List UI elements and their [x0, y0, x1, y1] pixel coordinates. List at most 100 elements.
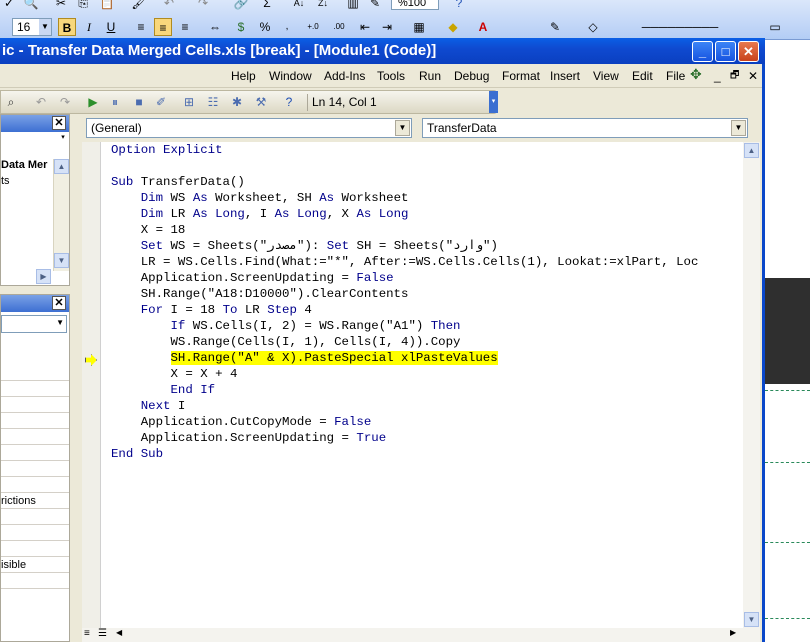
underline-button[interactable]: U [102, 18, 120, 36]
minimize-button[interactable]: _ [692, 41, 713, 62]
property-row[interactable] [1, 573, 69, 589]
menu-view[interactable]: View [593, 68, 619, 84]
property-row[interactable]: isible [1, 557, 69, 573]
check-icon[interactable]: ✓ [0, 0, 18, 12]
property-row[interactable] [1, 365, 69, 381]
property-row[interactable]: rictions [1, 493, 69, 509]
property-row[interactable] [1, 429, 69, 445]
code-vertical-scrollbar[interactable]: ▲ ▼ [743, 142, 760, 628]
property-row[interactable] [1, 413, 69, 429]
decrease-decimal-icon[interactable]: .00 [330, 18, 348, 36]
print-preview-icon[interactable]: 🔍 [22, 0, 40, 12]
close-button[interactable]: ✕ [738, 41, 759, 62]
scroll-up-icon[interactable]: ▲ [744, 143, 759, 158]
scroll-down-icon[interactable]: ▼ [54, 253, 69, 268]
eraser-icon[interactable]: ◇ [584, 18, 602, 36]
code-line[interactable]: WS.Range(Cells(I, 1), Cells(I, 4)).Copy [111, 334, 461, 350]
line-style-icon[interactable]: ───────── [620, 18, 740, 36]
autosum-icon[interactable]: Σ [258, 0, 276, 12]
project-item-workbook[interactable]: Data Mer [1, 159, 47, 171]
chevron-down-icon[interactable]: ▼ [56, 318, 64, 327]
menu-add-ins[interactable]: Add-Ins [324, 68, 365, 84]
help-icon[interactable]: ? [281, 94, 297, 110]
menu-file[interactable]: File [666, 68, 685, 84]
code-line[interactable]: SH.Range("A18:D10000").ClearContents [111, 286, 409, 302]
scroll-up-icon[interactable]: ▲ [54, 159, 69, 174]
property-row[interactable] [1, 381, 69, 397]
redo-icon[interactable]: ↷ [194, 0, 212, 12]
code-line[interactable]: Dim WS As Worksheet, SH As Worksheet [111, 190, 409, 206]
code-line[interactable]: If WS.Cells(I, 2) = WS.Range("A1") Then [111, 318, 461, 334]
decrease-indent-icon[interactable]: ⇤ [356, 18, 374, 36]
menu-debug[interactable]: Debug [454, 68, 489, 84]
properties-window-icon[interactable]: ☷ [205, 94, 221, 110]
property-row[interactable] [1, 397, 69, 413]
code-line[interactable]: LR = WS.Cells.Find(What:="*", After:=WS.… [111, 254, 699, 270]
code-line[interactable]: Application.ScreenUpdating = True [111, 430, 386, 446]
code-line[interactable]: Application.CutCopyMode = False [111, 414, 372, 430]
hyperlink-icon[interactable]: 🔗 [232, 0, 250, 12]
bold-button[interactable]: B [58, 18, 76, 36]
property-row[interactable] [1, 525, 69, 541]
code-line[interactable]: Application.ScreenUpdating = False [111, 270, 394, 286]
doc-minimize-button[interactable]: _ [714, 68, 721, 84]
close-icon[interactable]: ✕ [52, 116, 66, 130]
undo-icon[interactable]: ↶ [160, 0, 178, 12]
undo-icon[interactable]: ↶ [33, 94, 49, 110]
align-left-icon[interactable]: ≡ [132, 18, 150, 36]
procedure-view-icon[interactable]: ≡ [84, 628, 90, 639]
menu-run[interactable]: Run [419, 68, 441, 84]
toolbox-icon[interactable]: ⚒ [253, 94, 269, 110]
edit-icon[interactable]: ✎ [546, 18, 564, 36]
cut-icon[interactable]: ✂ [52, 0, 70, 12]
code-line[interactable]: Option Explicit [111, 142, 223, 158]
help-icon[interactable]: ? [450, 0, 468, 12]
code-margin[interactable] [82, 142, 101, 628]
menu-format[interactable]: Format [502, 68, 540, 84]
design-mode-icon[interactable]: ✐ [153, 94, 169, 110]
code-line[interactable]: Next I [111, 398, 186, 414]
object-combo[interactable]: (General) ▼ [86, 118, 412, 138]
increase-indent-icon[interactable]: ⇥ [378, 18, 396, 36]
align-center-icon[interactable]: ≡ [154, 18, 172, 36]
code-line[interactable]: X = X + 4 [111, 366, 238, 382]
property-row[interactable] [1, 509, 69, 525]
merge-center-icon[interactable]: ⇔ [206, 18, 224, 36]
sort-ascending-icon[interactable]: A↓ [290, 0, 308, 12]
code-horizontal-scrollbar[interactable]: ≡ ☰ ◀ ▶ [82, 628, 760, 642]
maximize-button[interactable]: □ [715, 41, 736, 62]
menu-edit[interactable]: Edit [632, 68, 653, 84]
menu-help[interactable]: Help [231, 68, 256, 84]
toolbar-options-icon[interactable]: ▾ [489, 91, 498, 113]
drawing-icon[interactable]: ✎ [366, 0, 384, 12]
scroll-right-icon[interactable]: ▶ [730, 628, 736, 637]
properties-object-combo[interactable]: ▼ [1, 315, 67, 333]
doc-close-button[interactable]: ✕ [748, 68, 758, 84]
font-size-combo[interactable]: 16 ▼ [12, 18, 52, 36]
currency-icon[interactable]: $ [232, 18, 250, 36]
menu-window[interactable]: Window [269, 68, 312, 84]
close-icon[interactable]: ✕ [52, 296, 66, 310]
object-browser-icon[interactable]: ✱ [229, 94, 245, 110]
project-explorer-icon[interactable]: ⊞ [181, 94, 197, 110]
property-row[interactable] [1, 461, 69, 477]
scroll-down-icon[interactable]: ▼ [744, 612, 759, 627]
chart-icon[interactable]: ▥ [344, 0, 362, 12]
toolbar-options-icon[interactable]: ▾ [57, 133, 69, 143]
project-item-sheets[interactable]: ts [1, 175, 10, 187]
binoculars-icon[interactable]: ⌕ [3, 94, 19, 110]
doc-restore-button[interactable]: 🗗 [730, 68, 739, 84]
redo-icon[interactable]: ↷ [57, 94, 73, 110]
property-row[interactable] [1, 445, 69, 461]
chevron-down-icon[interactable]: ▼ [731, 120, 746, 136]
menu-insert[interactable]: Insert [550, 68, 580, 84]
borders-icon[interactable]: ▦ [410, 18, 428, 36]
break-icon[interactable]: ⏸ [107, 94, 123, 110]
reset-icon[interactable]: ■ [131, 94, 147, 110]
menu-tools[interactable]: Tools [377, 68, 405, 84]
code-line[interactable]: SH.Range("A" & X).PasteSpecial xlPasteVa… [111, 350, 498, 366]
code-line[interactable]: Set WS = Sheets("مصدر"): Set SH = Sheets… [111, 238, 498, 254]
paste-icon[interactable]: 📋 [98, 0, 116, 12]
project-vertical-scrollbar[interactable]: ▲ ▼ [53, 159, 69, 271]
chevron-down-icon[interactable]: ▼ [395, 120, 410, 136]
